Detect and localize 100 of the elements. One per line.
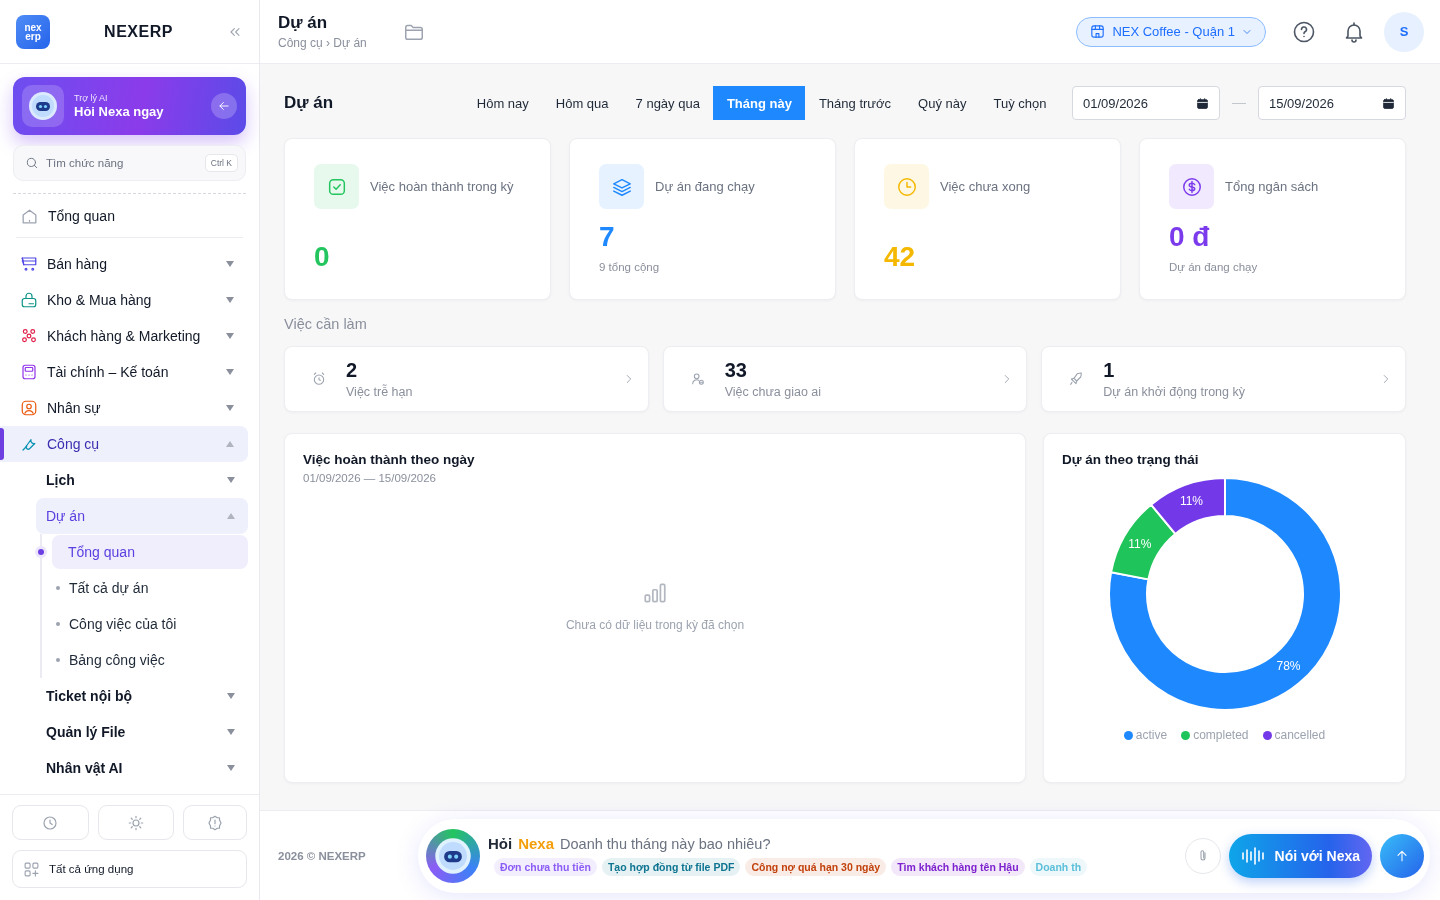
search-icon	[25, 156, 39, 170]
nav-subitem[interactable]: Nhân vật AI	[36, 750, 248, 786]
period-tab[interactable]: Quý này	[904, 86, 980, 120]
grid-plus-icon	[23, 860, 40, 878]
brand-name: NEXERP	[103, 22, 174, 41]
robot-icon	[28, 91, 58, 121]
robot-icon	[434, 836, 472, 875]
store-selector[interactable]: NEX Coffee - Quận 1	[1076, 16, 1266, 47]
send-button[interactable]	[1380, 833, 1424, 878]
avatar[interactable]: S	[1384, 11, 1424, 52]
slice-label: 78%	[1275, 659, 1300, 673]
period-tab[interactable]: Hôm nay	[463, 86, 543, 120]
stat-value: 42	[884, 241, 917, 273]
caret-icon	[227, 693, 235, 699]
slice-label: 11%	[1179, 493, 1203, 508]
arrow-left-icon	[217, 99, 231, 113]
nav-leaf[interactable]: Công việc của tôi	[69, 607, 259, 641]
todo-card[interactable]: 1 Dự án khởi động trong kỳ	[1041, 346, 1406, 412]
todo-count: 2	[346, 359, 359, 382]
rocket-icon	[1068, 371, 1085, 387]
assistant-caption: Trợ lý AI	[74, 93, 109, 103]
clock-icon	[895, 175, 918, 198]
caret-icon	[226, 261, 234, 267]
nav-subitem[interactable]: Quản lý File	[36, 714, 248, 750]
stat-label: Việc hoàn thành trong kỳ	[370, 179, 514, 194]
caret-icon	[227, 513, 235, 519]
sun-icon	[126, 813, 145, 832]
empty-message: Chưa có dữ liệu trong kỳ đã chọn	[565, 618, 745, 632]
nav-item[interactable]: Khách hàng & Marketing	[0, 318, 248, 354]
copyright: 2026 © NEXERP	[278, 849, 367, 862]
suggestion-chip[interactable]: Đơn chưa thu tiền	[494, 858, 597, 876]
voice-button[interactable]: Nói với Nexa	[1228, 833, 1372, 878]
nav-item[interactable]: Tổng quan	[0, 195, 248, 237]
caret-icon	[227, 477, 235, 483]
caret-icon	[226, 405, 234, 411]
chart-title: Việc hoàn thành theo ngày	[303, 452, 476, 467]
stat-label: Dự án đang chạy	[655, 179, 755, 194]
todo-label: Dự án khởi động trong kỳ	[1103, 385, 1246, 399]
breadcrumb: Công cụ › Dự án	[278, 36, 368, 50]
nav-item[interactable]: Kho & Mua hàng	[0, 282, 248, 318]
period-tab[interactable]: Tháng trước	[805, 86, 905, 120]
nav-subitem[interactable]: Dự án	[36, 498, 248, 534]
people-icon	[20, 327, 38, 345]
todo-label: Việc trễ hạn	[346, 385, 414, 399]
all-apps-button[interactable]: Tất cả ứng dụng	[12, 850, 247, 888]
period-tab[interactable]: Hôm qua	[542, 86, 623, 120]
suggestion-chip[interactable]: Tìm khách hàng tên Hậu	[891, 858, 1025, 876]
legend-label: completed	[1193, 728, 1249, 742]
dollar-icon	[1180, 175, 1203, 198]
icon-button[interactable]	[183, 805, 247, 840]
date-field[interactable]: 15/09/2026	[1258, 86, 1406, 120]
stat-value: 7	[599, 221, 616, 253]
legend-label: cancelled	[1274, 728, 1326, 742]
caret-icon	[227, 729, 235, 735]
assistant-title: Hỏi	[488, 835, 513, 852]
nav-leaf[interactable]: Bảng công việc	[69, 643, 259, 677]
date-field[interactable]: 01/09/2026	[1072, 86, 1220, 120]
chart-range: 01/09/2026 — 15/09/2026	[303, 472, 437, 484]
nav-item[interactable]: Công cụ	[0, 426, 248, 462]
nav-leaf[interactable]: Tổng quan	[52, 535, 248, 569]
todo-card[interactable]: 2 Việc trễ hạn	[284, 346, 649, 412]
assistant-card[interactable]: Trợ lý AI Hỏi Nexa ngay	[13, 77, 246, 135]
legend-label: active	[1135, 728, 1168, 742]
bullet-dot	[56, 586, 60, 590]
stat-label: Tổng ngân sách	[1225, 179, 1319, 194]
attach-button[interactable]	[1184, 837, 1221, 874]
calendar-icon	[1196, 96, 1209, 110]
nav-item[interactable]: Bán hàng	[0, 246, 248, 282]
todo-card[interactable]: 33 Việc chưa giao ai	[662, 346, 1028, 412]
section-label: Việc cần làm	[284, 316, 368, 334]
logo-text: erp	[25, 31, 41, 41]
store-icon	[1089, 23, 1107, 40]
logo-text: nex	[24, 22, 42, 32]
todo-count: 1	[1103, 359, 1116, 382]
stat-label: Việc chưa xong	[940, 179, 1031, 194]
sound-wave-icon	[1240, 845, 1267, 866]
nav-item[interactable]: Tài chính – Kế toán	[0, 354, 248, 390]
assistant-title: Hỏi Nexa ngay	[74, 104, 165, 119]
calendar-icon	[1382, 96, 1395, 110]
bullet-dot	[38, 549, 44, 555]
nav-subitem[interactable]: Ticket nội bộ	[36, 678, 248, 714]
user-minus-icon	[689, 371, 706, 387]
back-button[interactable]	[211, 93, 237, 119]
bag-icon	[20, 291, 38, 309]
period-tab[interactable]: Tuỳ chọn	[980, 86, 1060, 120]
caret-icon	[226, 369, 234, 375]
user-icon	[20, 399, 38, 417]
section-title: Dự án	[284, 93, 335, 113]
nav-item[interactable]: Nhân sự	[0, 390, 248, 426]
stat-note: 9 tổng cộng	[599, 261, 661, 273]
bullet-dot	[56, 622, 60, 626]
suggestion-chip[interactable]: Công nợ quá hạn 30 ngày	[745, 858, 887, 876]
suggestion-chip[interactable]: Tạo hợp đồng từ file PDF	[601, 858, 741, 876]
help-icon	[1292, 19, 1316, 44]
nav-leaf[interactable]: Tất cả dự án	[69, 571, 259, 605]
assistant-brand: Nexa	[518, 835, 555, 852]
history-icon	[41, 813, 60, 832]
period-tab[interactable]: 7 ngày qua	[622, 86, 714, 120]
stat-value: 0 đ	[1169, 221, 1211, 253]
nav-subitem[interactable]: Lịch	[36, 462, 248, 498]
